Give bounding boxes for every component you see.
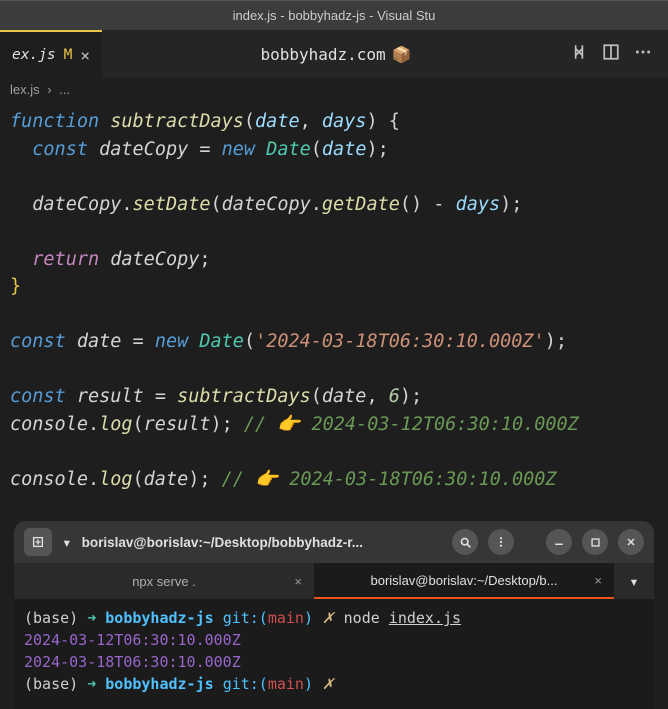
breadcrumb-file: lex.js [10,82,40,97]
compare-icon[interactable] [570,43,588,65]
minimize-icon[interactable] [546,529,572,555]
close-window-icon[interactable] [618,529,644,555]
editor-tab[interactable]: ex.js M × [0,30,102,78]
terminal-tab-inactive[interactable]: npx serve . × [14,563,314,599]
terminal-tab-label: npx serve . [132,574,196,589]
terminal-output[interactable]: (base) ➜ bobbyhadz-js git:(main) ✗ node … [14,599,654,709]
tab-bar-center: bobbyhadz.com 📦 [102,45,570,64]
terminal-tabs: npx serve . × borislav@borislav:~/Deskto… [14,563,654,599]
split-editor-icon[interactable] [602,43,620,65]
breadcrumb-rest: ... [59,82,70,97]
tab-bar-actions [570,43,668,65]
menu-icon[interactable] [488,529,514,555]
window-title: index.js - bobbyhadz-js - Visual Stu [233,8,436,23]
terminal-toolbar: ▾ borislav@borislav:~/Desktop/bobbyhadz-… [14,521,654,563]
site-name: bobbyhadz.com [260,45,385,64]
editor-tab-bar: ex.js M × bobbyhadz.com 📦 [0,30,668,78]
package-icon: 📦 [392,45,412,64]
chevron-down-icon[interactable]: ▾ [614,572,654,591]
search-icon[interactable] [452,529,478,555]
terminal-tab-label: borislav@borislav:~/Desktop/b... [371,573,558,588]
terminal-tab-active[interactable]: borislav@borislav:~/Desktop/b... × [314,563,614,599]
chevron-down-icon[interactable]: ▾ [62,533,72,552]
tab-modified-indicator: M [64,47,73,63]
more-icon[interactable] [634,43,652,65]
breadcrumb-separator: › [47,82,51,97]
terminal-panel: ▾ borislav@borislav:~/Desktop/bobbyhadz-… [14,521,654,709]
close-icon[interactable]: × [294,574,302,589]
maximize-icon[interactable] [582,529,608,555]
close-icon[interactable]: × [594,573,602,588]
window-title-bar: index.js - bobbyhadz-js - Visual Stu [0,0,668,30]
tab-filename: ex.js [12,47,56,63]
code-editor[interactable]: function subtractDays(date, days) { cons… [0,104,668,497]
new-tab-icon[interactable] [24,528,52,556]
close-icon[interactable]: × [80,46,90,65]
terminal-title: borislav@borislav:~/Desktop/bobbyhadz-r.… [82,535,442,550]
breadcrumb[interactable]: lex.js › ... [0,78,668,104]
